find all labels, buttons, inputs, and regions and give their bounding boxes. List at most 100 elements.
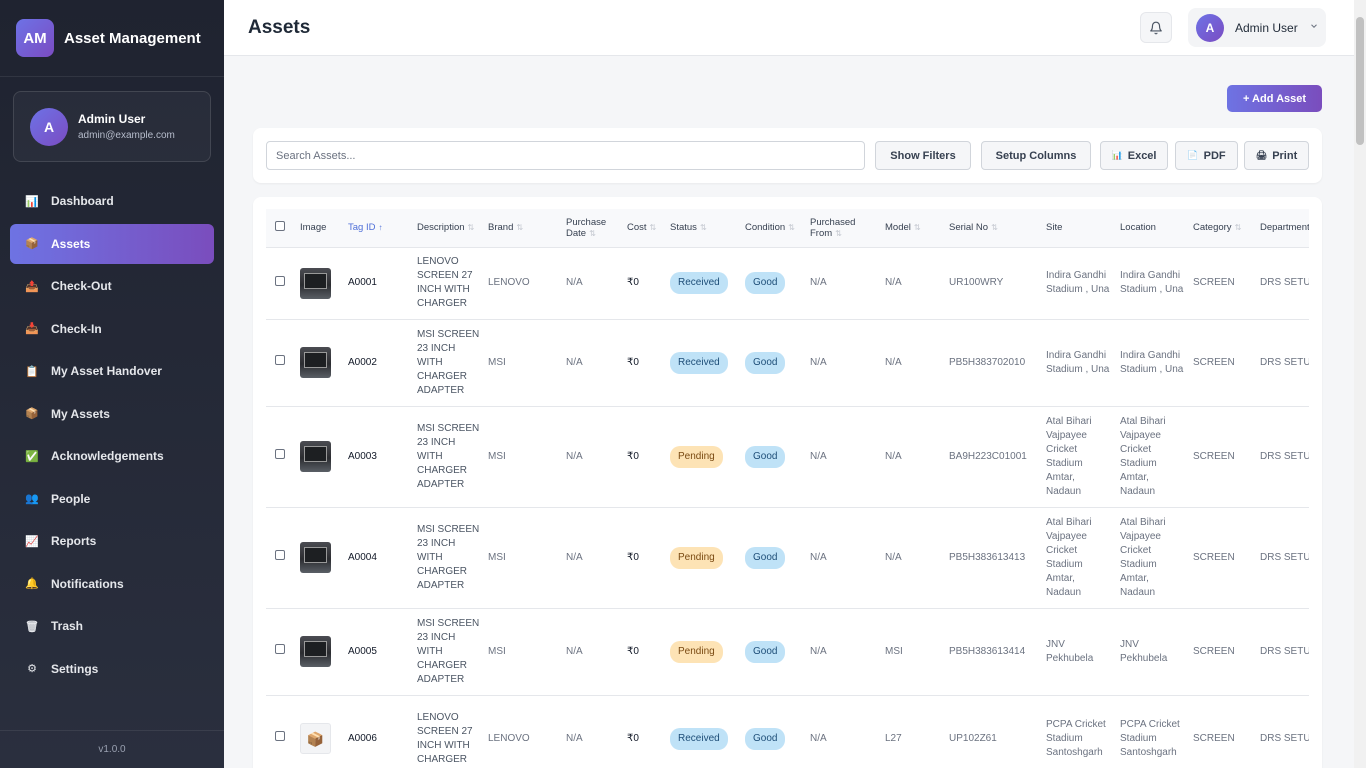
people-icon: 👥 — [25, 493, 39, 505]
export-excel-button[interactable]: 📊 Excel — [1100, 141, 1168, 170]
sort-icon[interactable]: ⇅ — [468, 223, 475, 232]
tag-id-cell[interactable]: A0004 — [344, 507, 413, 609]
sort-icon[interactable]: ⇅ — [788, 223, 795, 232]
sort-icon[interactable]: ⇅ — [835, 229, 842, 238]
column-header-brand[interactable]: Brand ⇅ — [484, 209, 562, 248]
column-header-site[interactable]: Site — [1042, 209, 1116, 248]
column-header-category[interactable]: Category ⇅ — [1189, 209, 1256, 248]
chart-icon: 📈 — [25, 535, 39, 548]
sort-icon[interactable]: ⇅ — [991, 223, 998, 232]
tag-id-cell[interactable]: A0001 — [344, 247, 413, 320]
row-checkbox[interactable] — [275, 644, 285, 654]
column-header-location[interactable]: Location — [1116, 209, 1189, 248]
column-header-serial-no[interactable]: Serial No ⇅ — [945, 209, 1042, 248]
brand[interactable]: AM Asset Management — [0, 0, 224, 77]
tag-id-cell[interactable]: A0005 — [344, 608, 413, 696]
sidebar-item-people[interactable]: 👥 People — [10, 479, 214, 519]
table-row[interactable]: A0001 LENOVO SCREEN 27 INCH WITH CHARGER L… — [266, 247, 1309, 320]
department-cell: DRS SETUP — [1256, 507, 1309, 609]
sidebar-user-card[interactable]: A Admin User admin@example.com — [13, 91, 211, 162]
column-header-image[interactable]: Image — [296, 209, 344, 248]
box-icon[interactable]: 📦 — [300, 723, 331, 754]
setup-columns-button[interactable]: Setup Columns — [981, 141, 1091, 170]
sort-icon[interactable]: ⇅ — [700, 223, 707, 232]
table-row[interactable]: A0004 MSI SCREEN 23 INCH WITH CHARGER ADA… — [266, 507, 1309, 609]
row-checkbox[interactable] — [275, 550, 285, 560]
sort-icon[interactable]: ⇅ — [914, 223, 921, 232]
asset-thumbnail[interactable] — [300, 441, 331, 472]
page-scrollbar[interactable] — [1354, 0, 1366, 768]
column-header-department[interactable]: Department — [1256, 209, 1309, 248]
show-filters-label: Show Filters — [890, 149, 956, 162]
column-header-label: Location — [1120, 222, 1156, 234]
model-cell: N/A — [881, 319, 945, 407]
column-header-label: Serial No — [949, 222, 989, 234]
row-checkbox[interactable] — [275, 731, 285, 741]
print-button[interactable]: 🖨 Print — [1244, 141, 1309, 170]
row-checkbox[interactable] — [275, 449, 285, 459]
sidebar-item-assets[interactable]: 📦 Assets — [10, 223, 214, 264]
condition-badge: Good — [745, 272, 786, 294]
sidebar-item-trash[interactable]: 🗑 Trash — [10, 606, 214, 646]
add-asset-button[interactable]: + Add Asset — [1227, 85, 1322, 112]
select-all-checkbox[interactable] — [275, 221, 285, 232]
asset-thumbnail[interactable] — [300, 542, 331, 573]
status-cell: Pending — [666, 507, 741, 609]
row-select-cell — [266, 319, 296, 407]
status-cell: Received — [666, 319, 741, 407]
pdf-icon: 📄 — [1187, 150, 1199, 160]
sidebar-item-dashboard[interactable]: 📊 Dashboard — [10, 181, 214, 221]
table-row[interactable]: A0002 MSI SCREEN 23 INCH WITH CHARGER ADA… — [266, 319, 1309, 407]
table-row[interactable]: A0005 MSI SCREEN 23 INCH WITH CHARGER ADA… — [266, 608, 1309, 696]
sidebar-item-check-in[interactable]: 📥 Check-In — [10, 309, 214, 349]
table-row[interactable]: A0003 MSI SCREEN 23 INCH WITH CHARGER ADA… — [266, 406, 1309, 508]
user-menu[interactable]: A Admin User — [1188, 8, 1326, 47]
column-header-tag-id[interactable]: Tag ID ↑ — [344, 209, 413, 248]
status-cell: Received — [666, 247, 741, 320]
sort-icon[interactable]: ⇅ — [516, 223, 523, 232]
asset-thumbnail[interactable] — [300, 636, 331, 667]
column-header-cost[interactable]: Cost ⇅ — [623, 209, 666, 248]
column-header-purchased-from[interactable]: Purchased From ⇅ — [806, 209, 881, 248]
asset-thumbnail[interactable] — [300, 347, 331, 378]
condition-cell: Good — [741, 507, 806, 609]
row-checkbox[interactable] — [275, 275, 285, 286]
avatar: A — [1196, 13, 1224, 42]
assets-table-scroll[interactable]: Image Tag ID ↑ Description ⇅ Brand ⇅ Purchase D… — [266, 209, 1309, 768]
column-header-purchase-date[interactable]: Purchase Date ⇅ — [562, 209, 623, 248]
sidebar-item-settings[interactable]: ⚙ Settings — [10, 649, 214, 689]
department-cell: DRS SETUP — [1256, 319, 1309, 407]
sidebar-item-acknowledgements[interactable]: ✅ Acknowledgements — [10, 436, 214, 476]
image-cell: 📦 — [296, 695, 344, 768]
table-row[interactable]: 📦 A0006 LENOVO SCREEN 27 INCH WITH CHARGER… — [266, 695, 1309, 768]
column-header-model[interactable]: Model ⇅ — [881, 209, 945, 248]
department-cell: DRS SETUP — [1256, 695, 1309, 768]
asset-thumbnail[interactable] — [300, 267, 331, 299]
scrollbar-thumb[interactable] — [1356, 17, 1364, 145]
column-header-status[interactable]: Status ⇅ — [666, 209, 741, 248]
sort-icon[interactable]: ⇅ — [1235, 223, 1242, 232]
sidebar-item-my-asset-handover[interactable]: 📋 My Asset Handover — [10, 351, 214, 391]
tag-id-cell[interactable]: A0002 — [344, 319, 413, 407]
status-cell: Pending — [666, 608, 741, 696]
check-icon: ✅ — [25, 450, 39, 463]
column-header-condition[interactable]: Condition ⇅ — [741, 209, 806, 248]
show-filters-button[interactable]: Show Filters — [875, 141, 971, 170]
sidebar-item-check-out[interactable]: 📤 Check-Out — [10, 266, 214, 306]
sort-icon[interactable]: ⇅ — [650, 223, 657, 232]
search-input[interactable] — [266, 141, 865, 170]
notifications-button[interactable] — [1140, 12, 1172, 43]
export-pdf-button[interactable]: 📄 PDF — [1175, 141, 1238, 170]
row-checkbox[interactable] — [275, 355, 285, 365]
tag-id-cell[interactable]: A0003 — [344, 406, 413, 508]
site-cell: Indira Gandhi Stadium , Una — [1042, 319, 1116, 407]
sidebar-item-my-assets[interactable]: 📦 My Assets — [10, 394, 214, 434]
sort-icon[interactable]: ⇅ — [589, 229, 596, 238]
category-cell: SCREEN — [1189, 608, 1256, 696]
sidebar-item-notifications[interactable]: 🔔 Notifications — [10, 564, 214, 604]
purchased-from-cell: N/A — [806, 695, 881, 768]
sidebar-item-reports[interactable]: 📈 Reports — [10, 521, 214, 561]
tag-id-cell[interactable]: A0006 — [344, 695, 413, 768]
sort-asc-icon[interactable]: ↑ — [378, 223, 382, 232]
column-header-description[interactable]: Description ⇅ — [413, 209, 484, 248]
